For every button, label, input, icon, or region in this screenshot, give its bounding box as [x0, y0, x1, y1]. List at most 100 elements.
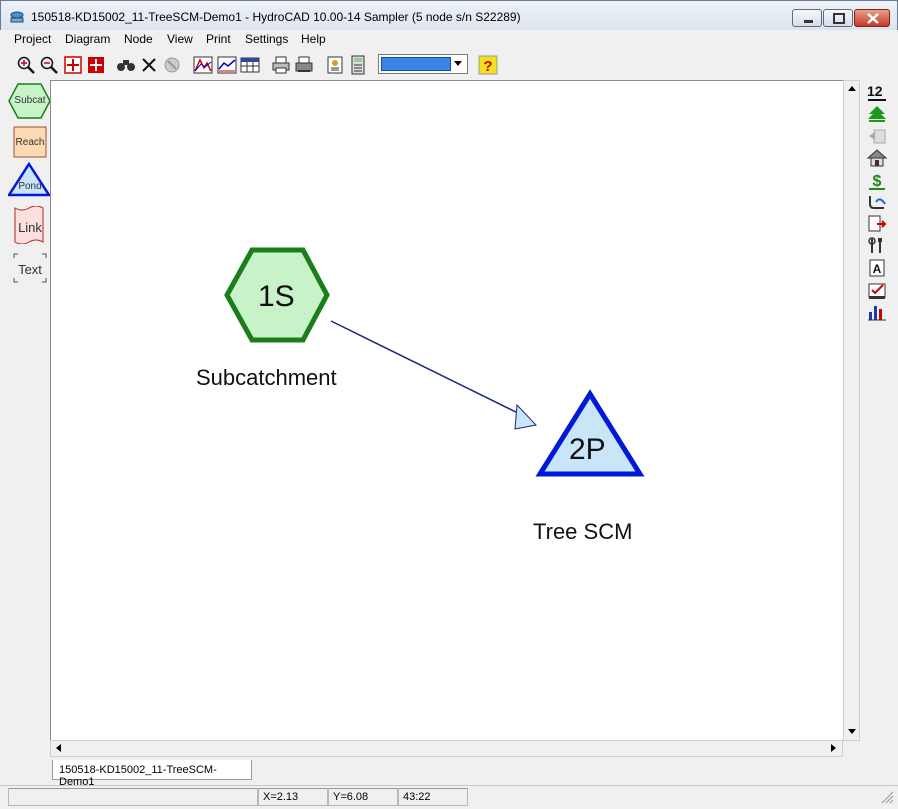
- zoom-all-button[interactable]: [85, 54, 107, 76]
- status-message-cell: [8, 788, 258, 806]
- tree-icon: [868, 106, 886, 122]
- status-bar: X=2.13 Y=6.08 43:22: [0, 785, 898, 809]
- palette-link[interactable]: Link: [8, 206, 52, 244]
- text-box-button[interactable]: A: [866, 258, 888, 278]
- close-icon: [867, 13, 879, 24]
- maximize-icon: [833, 13, 845, 24]
- zoom-fit-button[interactable]: [62, 54, 84, 76]
- report-button[interactable]: [324, 54, 346, 76]
- table-icon: [240, 57, 260, 73]
- house-button[interactable]: [866, 148, 888, 168]
- scroll-left-icon[interactable]: [56, 744, 61, 752]
- numbering-label: 12: [867, 83, 883, 99]
- svg-text:?: ?: [483, 58, 492, 75]
- hydrograph-button[interactable]: [192, 54, 214, 76]
- palette-pond-label: Pond: [18, 181, 42, 192]
- maximize-button[interactable]: [823, 9, 853, 27]
- pipe-icon: [869, 196, 886, 209]
- title-bar: 150518-KD15002_11-TreeSCM-Demo1 - HydroC…: [0, 0, 898, 30]
- bar-chart-button[interactable]: [866, 302, 888, 322]
- print-button[interactable]: [270, 54, 292, 76]
- tree-button[interactable]: [866, 104, 888, 124]
- document-tab-bar: 150518-KD15002_11-TreeSCM-Demo1: [50, 758, 898, 788]
- link-1s-to-2p[interactable]: [330, 320, 537, 430]
- cost-button[interactable]: $: [866, 170, 888, 190]
- resize-grip-icon[interactable]: [880, 790, 894, 804]
- palette-link-label: Link: [18, 220, 42, 235]
- help-icon: ?: [478, 55, 498, 75]
- checklist-button[interactable]: [866, 280, 888, 300]
- help-button[interactable]: ?: [477, 54, 499, 76]
- node-id-1s: 1S: [258, 280, 295, 313]
- disabled-tool-icon: [164, 57, 180, 73]
- palette-pond[interactable]: Pond: [8, 162, 52, 198]
- print-preview-button[interactable]: [293, 54, 315, 76]
- palette-reach[interactable]: Reach: [8, 126, 52, 158]
- back-button[interactable]: [866, 126, 888, 146]
- dollar-icon: $: [869, 173, 885, 190]
- chart-icon: [217, 56, 237, 74]
- hydrograph-icon: [193, 56, 213, 74]
- tab-document[interactable]: 150518-KD15002_11-TreeSCM-Demo1: [52, 760, 252, 788]
- table-button[interactable]: [239, 54, 261, 76]
- report-icon: [327, 56, 343, 74]
- svg-text:$: $: [873, 173, 882, 190]
- zoom-fit-icon: [64, 56, 82, 74]
- menu-print[interactable]: Print: [206, 32, 231, 46]
- scroll-down-icon[interactable]: [848, 729, 856, 734]
- link-arrowhead-icon: [514, 403, 537, 430]
- status-time: 43:22: [398, 788, 468, 806]
- export-button[interactable]: [866, 214, 888, 234]
- node-label-tree-scm: Tree SCM: [533, 519, 633, 544]
- numbering-icon: [868, 99, 886, 101]
- calculator-icon: [351, 55, 365, 75]
- bar-chart-icon: [868, 306, 886, 321]
- menu-settings[interactable]: Settings: [245, 32, 288, 46]
- disabled-tool-button[interactable]: [161, 54, 183, 76]
- menu-node[interactable]: Node: [124, 32, 153, 46]
- palette-subcat[interactable]: Subcat: [8, 82, 52, 120]
- text-box-icon: A: [869, 259, 885, 277]
- scroll-right-icon[interactable]: [831, 744, 836, 752]
- node-palette: Subcat Reach Pond Link Text: [8, 82, 52, 302]
- export-icon: [868, 215, 887, 232]
- chevron-down-icon: [454, 61, 462, 66]
- node-id-2p: 2P: [569, 433, 606, 466]
- horizontal-scrollbar[interactable]: [50, 740, 843, 757]
- menu-help[interactable]: Help: [301, 32, 326, 46]
- hydrocad-app-icon[interactable]: [9, 10, 25, 23]
- numbering-button[interactable]: 12: [866, 82, 888, 102]
- palette-text-label: Text: [18, 262, 42, 277]
- zoom-all-icon: [88, 57, 104, 73]
- diagram-canvas[interactable]: 1S Subcatchment 2P Tree SCM: [50, 80, 844, 741]
- palette-subcat-label: Subcat: [14, 95, 46, 106]
- zoom-in-icon: [17, 56, 35, 74]
- palette-text[interactable]: Text: [8, 252, 52, 284]
- find-button[interactable]: [115, 54, 137, 76]
- link-line: [330, 320, 527, 418]
- minimize-button[interactable]: [792, 9, 822, 27]
- color-swatch: [381, 57, 451, 71]
- menu-diagram[interactable]: Diagram: [65, 32, 110, 46]
- chart-button[interactable]: [216, 54, 238, 76]
- calculator-button[interactable]: [347, 54, 369, 76]
- status-y-coordinate: Y=6.08: [328, 788, 398, 806]
- print-icon: [272, 56, 290, 74]
- tools-icon: [868, 237, 882, 253]
- pipe-button[interactable]: [866, 192, 888, 212]
- menu-view[interactable]: View: [167, 32, 193, 46]
- close-button[interactable]: [854, 9, 890, 27]
- print-preview-icon: [295, 56, 313, 72]
- minimize-icon: [804, 20, 813, 23]
- delete-button[interactable]: [138, 54, 160, 76]
- zoom-in-button[interactable]: [15, 54, 37, 76]
- menu-project[interactable]: Project: [14, 32, 51, 46]
- zoom-out-button[interactable]: [38, 54, 60, 76]
- tools-button[interactable]: [866, 236, 888, 256]
- right-toolbar: 12 $ A: [864, 80, 892, 330]
- status-x-coordinate: X=2.13: [258, 788, 328, 806]
- line-color-dropdown[interactable]: [378, 54, 468, 74]
- scroll-up-icon[interactable]: [848, 86, 856, 91]
- window-title: 150518-KD15002_11-TreeSCM-Demo1 - HydroC…: [31, 10, 521, 24]
- vertical-scrollbar[interactable]: [843, 80, 860, 741]
